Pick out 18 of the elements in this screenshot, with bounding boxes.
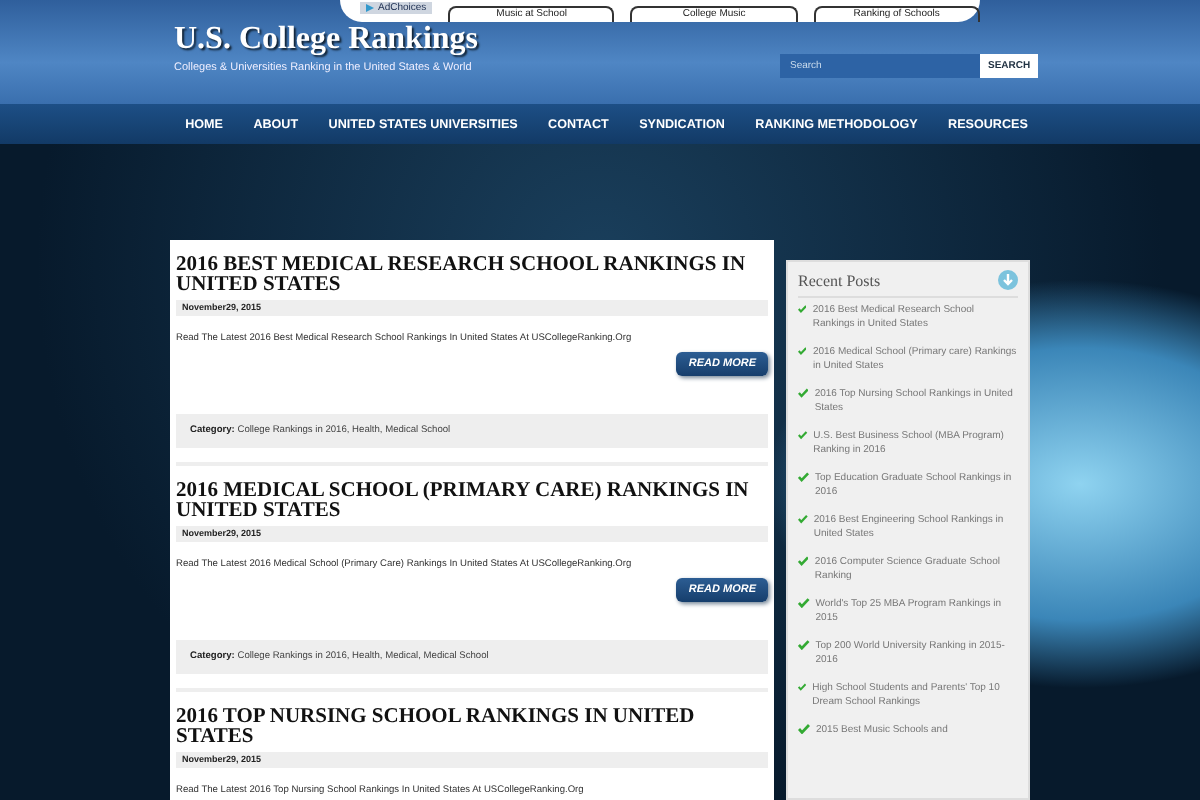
check-icon <box>798 598 810 608</box>
check-icon <box>798 304 807 314</box>
check-icon <box>798 346 807 356</box>
post-title[interactable]: 2016 TOP NURSING SCHOOL RANKINGS IN UNITED STATES <box>176 708 768 748</box>
check-icon <box>798 514 808 524</box>
site-title[interactable]: U.S. College Rankings <box>174 22 479 58</box>
check-icon <box>798 430 808 440</box>
post-title[interactable]: 2016 BEST MEDICAL RESEARCH SCHOOL RANKINGS IN UNITED STATES <box>176 256 768 296</box>
check-icon <box>798 388 809 398</box>
sidebar-heading: Recent Posts <box>798 271 881 289</box>
check-icon <box>798 682 807 692</box>
check-icon <box>798 472 809 482</box>
triangle-icon <box>366 4 374 12</box>
check-icon <box>798 640 810 650</box>
down-arrow-icon[interactable] <box>998 270 1018 290</box>
check-icon <box>798 556 809 566</box>
post-title[interactable]: 2016 MEDICAL SCHOOL (PRIMARY CARE) RANKINGS IN UNITED STATES <box>176 482 768 522</box>
check-icon <box>798 724 810 734</box>
